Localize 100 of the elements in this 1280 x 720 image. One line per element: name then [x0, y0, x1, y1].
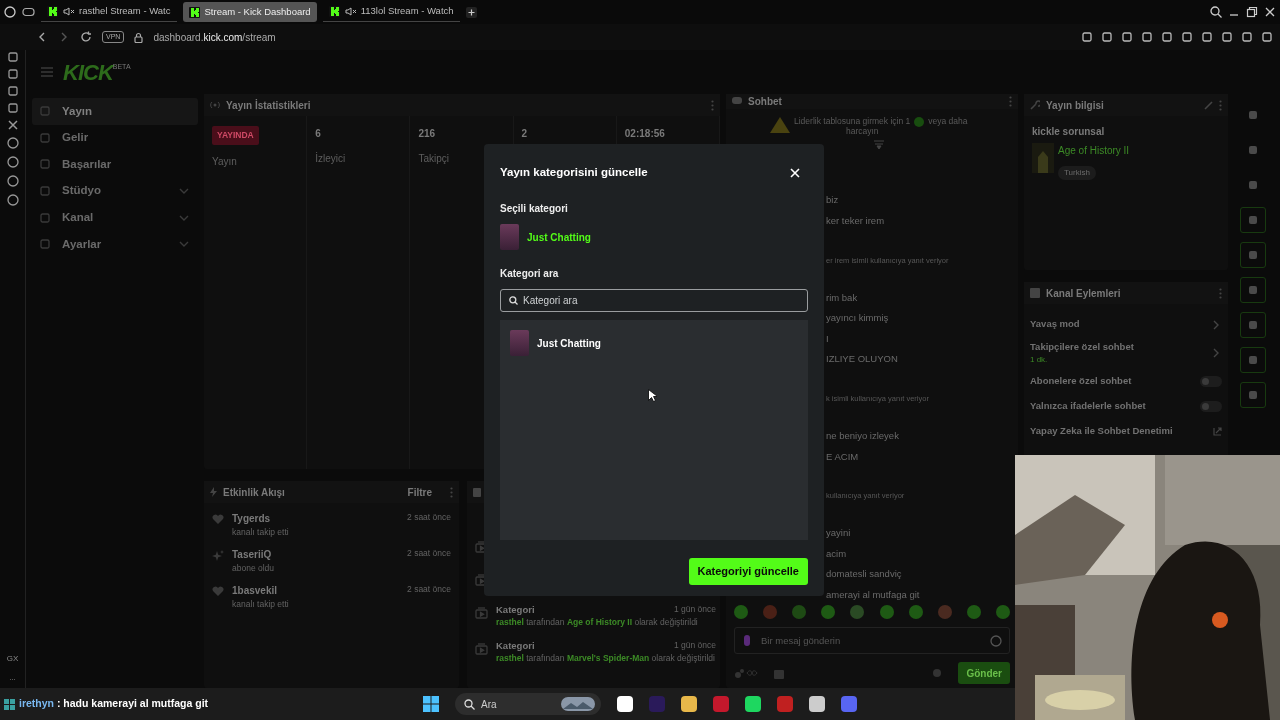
panel-title: Etkinlik Akışı	[223, 485, 286, 500]
kick-logo[interactable]: KICK	[63, 55, 113, 89]
emote-icon[interactable]	[996, 605, 1010, 620]
opera-logo-icon[interactable]	[4, 6, 16, 18]
emote-icon[interactable]	[850, 605, 865, 620]
nav-item[interactable]: Kanal	[32, 204, 198, 231]
bolt-button[interactable]	[1240, 207, 1266, 233]
new-tab-icon[interactable]	[465, 6, 477, 18]
category-result[interactable]: Just Chatting	[510, 330, 601, 356]
browser-tab[interactable]: 113lol Stream - Watch	[322, 2, 460, 22]
search-icon[interactable]	[1210, 6, 1222, 18]
user-name: 1basvekil	[232, 583, 279, 598]
stat-label: Takipçi	[418, 152, 450, 166]
video-icon	[475, 607, 488, 619]
nav-item[interactable]: Ayarlar	[32, 230, 198, 258]
emote-icon[interactable]	[792, 605, 807, 620]
trophy-icon	[770, 117, 790, 133]
x-logo-icon[interactable]	[7, 120, 18, 130]
message-input[interactable]: Bir mesaj gönderin	[734, 627, 1010, 655]
toggle-row[interactable]: Abonelere özel sohbet	[1024, 369, 1228, 394]
emote-icon[interactable]	[908, 605, 923, 620]
leaderboard-notice: Liderlik tablosuna girmek için 1 veya daha harcayın	[794, 117, 968, 137]
sidebar-label[interactable]: GX	[6, 653, 19, 665]
toggle-switch[interactable]	[1200, 376, 1222, 387]
action-row[interactable]: Yapay Zeka ile Sohbet Denetimi	[1024, 419, 1228, 444]
kick-favicon-icon	[328, 6, 340, 17]
wrench-button[interactable]	[1240, 382, 1266, 408]
app-logo-icon	[4, 698, 15, 710]
sparkle-icon	[212, 549, 224, 562]
emote-icon[interactable]	[937, 605, 952, 620]
emote-icon[interactable]	[763, 605, 778, 620]
nav-item[interactable]: Yayın	[32, 98, 198, 125]
log-title: Kategori	[496, 639, 535, 653]
filter-link[interactable]: Filtre	[407, 484, 432, 500]
nav-icon	[40, 106, 50, 117]
emote-icon[interactable]	[966, 605, 981, 620]
action-row[interactable]: Takipçilere özel sohbet 1 dk.	[1024, 337, 1228, 369]
nav-icon	[40, 159, 50, 170]
external-link-icon	[1213, 427, 1222, 436]
points-icon[interactable]	[734, 667, 758, 680]
search-icon	[464, 698, 475, 710]
kick-favicon-icon	[188, 6, 200, 18]
mic-icon	[744, 635, 750, 647]
nav-icon	[40, 132, 50, 143]
stat-value: 2	[521, 127, 529, 141]
chat-message: domatesli sandviç	[826, 567, 902, 582]
category-thumbnail	[500, 224, 519, 250]
mouse-cursor-icon	[648, 389, 657, 402]
event-time: 2 saat önce	[407, 582, 451, 596]
url-text[interactable]: dashboard.kick.com/stream	[153, 29, 276, 45]
windows-logo-icon[interactable]	[423, 696, 439, 712]
send-button[interactable]: Gönder	[958, 662, 1010, 685]
chat-message: E ACIM	[826, 449, 859, 464]
filter-icon[interactable]	[874, 140, 884, 150]
kick-favicon-icon	[47, 6, 58, 17]
chat-button[interactable]	[1240, 277, 1266, 303]
panel-title: Yayın İstatistikleri	[226, 98, 312, 113]
chat-message: ne beniyo izleyek	[826, 428, 899, 443]
game-name[interactable]: Age of History II	[1058, 143, 1130, 158]
gamepad-icon[interactable]	[22, 7, 35, 17]
event-time: 2 saat önce	[407, 511, 451, 524]
log-time: 1 gün önce	[673, 603, 716, 616]
event-text: kanalı takip etti	[232, 597, 290, 611]
emote-icon[interactable]	[734, 605, 748, 620]
toggle-row[interactable]: Yalnızca ifadelerle sohbet	[1024, 394, 1228, 419]
action-row[interactable]: Yavaş mod	[1024, 312, 1228, 337]
browser-tab[interactable]: rasthel Stream - Watc	[41, 2, 177, 22]
clip-button[interactable]	[1240, 347, 1266, 373]
video-icon	[475, 643, 488, 655]
nav-item[interactable]: Stüdyo	[32, 177, 198, 205]
tag-pill[interactable]: Turkish	[1058, 166, 1096, 180]
update-category-button[interactable]: Kategoriyi güncelle	[688, 558, 808, 585]
emoji-icon[interactable]	[990, 634, 1002, 647]
game-art-icon	[1032, 143, 1054, 173]
log-time: 1 gün önce	[673, 639, 716, 652]
browser-tab[interactable]: Stream - Kick Dashboard	[182, 2, 317, 22]
log-text: rasthel tarafından Marvel's Spider-Man olarak değiştirildi	[496, 653, 716, 664]
note-button[interactable]	[1240, 242, 1266, 268]
nav-item[interactable]: Başarılar	[32, 151, 198, 178]
chat-message: rim bak	[826, 290, 858, 305]
lock-icon	[134, 31, 144, 43]
chat-message: I	[826, 331, 829, 346]
event-time: 2 saat önce	[407, 546, 451, 560]
broadcast-button[interactable]	[1240, 312, 1266, 338]
emote-icon[interactable]	[821, 605, 836, 620]
more-label[interactable]: ...	[9, 672, 16, 684]
nav-icon	[40, 186, 50, 197]
toggle-switch[interactable]	[1200, 401, 1222, 412]
user-name: Tygerds	[232, 512, 272, 526]
close-icon[interactable]	[1264, 6, 1276, 18]
stream-title: kickle sorunsal	[1032, 125, 1106, 139]
reload-icon[interactable]	[80, 31, 92, 43]
event-text: kanalı takip etti	[232, 526, 290, 539]
stat-value: 02:18:56	[624, 127, 666, 141]
restore-icon[interactable]	[1246, 6, 1258, 18]
nav-item[interactable]: Gelir	[32, 124, 198, 152]
chat-message: amerayi al mutfaga git	[826, 587, 920, 602]
emote-icon[interactable]	[879, 605, 894, 620]
search-icon	[509, 296, 518, 305]
category-search-field[interactable]: Kategori ara	[500, 289, 808, 312]
